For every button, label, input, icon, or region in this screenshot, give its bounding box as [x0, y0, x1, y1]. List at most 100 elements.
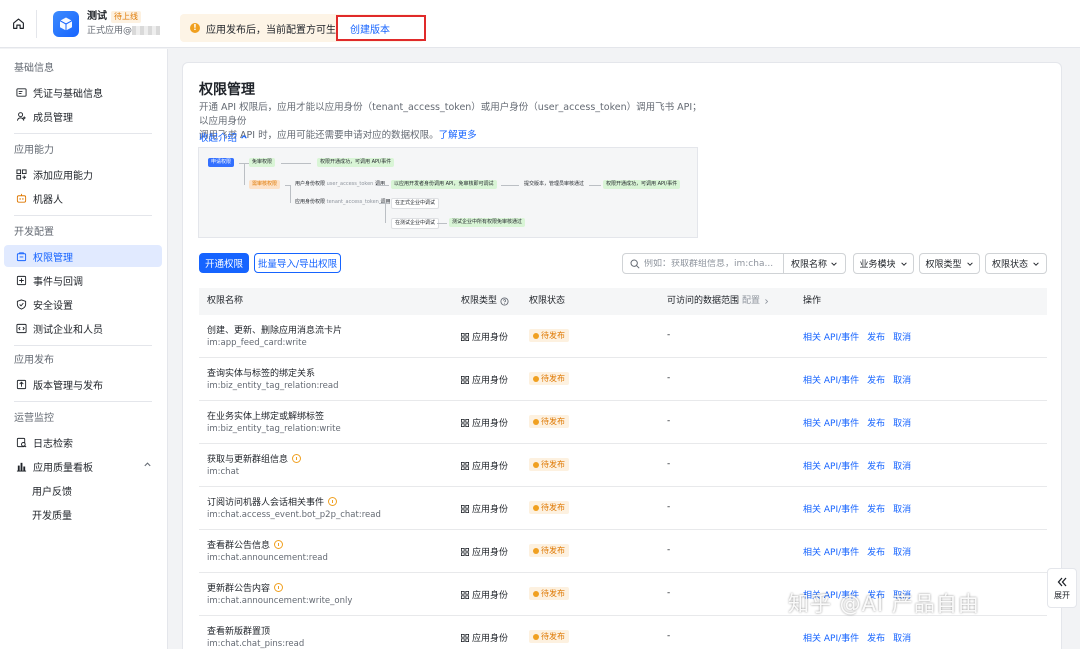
publish-link[interactable]: 发布: [867, 545, 885, 558]
publish-link[interactable]: 发布: [867, 631, 885, 644]
related-api-link[interactable]: 相关 API/事件: [803, 330, 859, 343]
learn-more-link[interactable]: 了解更多: [439, 130, 477, 141]
chevron-up-icon: [241, 135, 247, 139]
search-input[interactable]: [644, 258, 784, 269]
warning-circle-icon[interactable]: [328, 497, 338, 506]
filter-permission-type[interactable]: 权限类型: [919, 253, 980, 274]
data-scope: -: [667, 330, 671, 340]
collapse-intro-link[interactable]: 收起介绍: [199, 130, 248, 144]
sidebar-item-robot[interactable]: 机器人: [4, 187, 162, 209]
row-actions: 相关 API/事件 发布 取消: [803, 330, 911, 343]
cancel-link[interactable]: 取消: [893, 502, 911, 515]
related-api-link[interactable]: 相关 API/事件: [803, 373, 859, 386]
data-scope: -: [667, 588, 671, 598]
status-badge: 待发布: [529, 544, 569, 557]
chevron-down-icon: [831, 261, 837, 266]
permission-title: 订阅访问机器人会话相关事件: [207, 495, 338, 508]
warning-circle-icon[interactable]: [274, 540, 284, 549]
data-scope: -: [667, 373, 671, 383]
help-icon[interactable]: [500, 297, 509, 306]
open-permission-button[interactable]: 开通权限: [199, 253, 249, 273]
sidebar-item-version[interactable]: 版本管理与发布: [4, 373, 162, 395]
table-row: 查看新版群置顶 im:chat.chat_pins:read 应用身份 待发布 - 相关 …: [199, 616, 1047, 649]
chevron-up-icon[interactable]: [143, 460, 152, 469]
permission-code: im:chat: [207, 467, 240, 477]
sidebar-item-user-feedback[interactable]: 用户反馈: [4, 479, 162, 501]
warning-circle-icon[interactable]: [274, 583, 284, 592]
cancel-link[interactable]: 取消: [893, 631, 911, 644]
sidebar-item-test-enterprise[interactable]: 测试企业和人员: [4, 317, 162, 339]
table-header: 权限名称 权限类型 权限状态 可访问的数据范围 配置 操作: [199, 288, 1047, 315]
pending-dot-icon: [533, 504, 539, 511]
permission-type: 应用身份: [461, 588, 508, 601]
cancel-link[interactable]: 取消: [893, 459, 911, 472]
flow-user-result: 以应用开发者身份调用 API，免审核即可调试: [391, 180, 497, 189]
group-title-dev-config: 开发配置: [14, 227, 54, 238]
create-version-button[interactable]: 创建版本: [336, 15, 426, 41]
cancel-link[interactable]: 取消: [893, 330, 911, 343]
permission-code: im:chat.access_event.bot_p2p_chat:read: [207, 510, 381, 520]
chevron-right-icon: [765, 299, 769, 304]
related-api-link[interactable]: 相关 API/事件: [803, 631, 859, 644]
cancel-link[interactable]: 取消: [893, 416, 911, 429]
sidebar-item-quality-board[interactable]: 应用质量看板: [4, 455, 162, 477]
sidebar-item-logs[interactable]: 日志检索: [4, 431, 162, 453]
log-icon: [16, 437, 27, 448]
permission-type: 应用身份: [461, 416, 508, 429]
cancel-link[interactable]: 取消: [893, 373, 911, 386]
status-badge: 待发布: [529, 415, 569, 428]
batch-import-export-button[interactable]: 批量导入/导出权限: [254, 253, 341, 273]
permission-code: im:chat.announcement:read: [207, 553, 328, 563]
related-api-link[interactable]: 相关 API/事件: [803, 416, 859, 429]
flow-submit: 提交版本，管理员审核通过: [524, 181, 585, 187]
data-scope: -: [667, 545, 671, 555]
related-api-link[interactable]: 相关 API/事件: [803, 545, 859, 558]
filter-business-module[interactable]: 业务模块: [853, 253, 914, 274]
app-status-badge: 待上线: [111, 10, 141, 23]
search-field-select[interactable]: 权限名称: [783, 254, 845, 273]
home-button[interactable]: [0, 0, 36, 48]
sidebar-item-events[interactable]: 事件与回调: [4, 269, 162, 291]
publish-link[interactable]: 发布: [867, 373, 885, 386]
app-info[interactable]: 测试 待上线 正式应用@: [36, 9, 161, 38]
group-title-ops: 运营监控: [14, 413, 54, 424]
sidebar-item-security[interactable]: 安全设置: [4, 293, 162, 315]
table-row: 在业务实体上绑定或解绑标签 im:biz_entity_tag_relation:…: [199, 401, 1047, 444]
permission-title: 查看群公告信息: [207, 538, 284, 551]
permission-search[interactable]: 权限名称: [622, 253, 846, 274]
publish-link[interactable]: 发布: [867, 502, 885, 515]
app-name: 测试: [87, 10, 107, 22]
scope-config-link[interactable]: 配置: [742, 288, 760, 315]
pending-dot-icon: [533, 590, 539, 597]
publish-link[interactable]: 发布: [867, 416, 885, 429]
permission-title: 查询实体与标签的绑定关系: [207, 369, 316, 379]
sidebar-item-dev-quality[interactable]: 开发质量: [4, 503, 162, 525]
member-icon: [16, 111, 27, 122]
divider: [14, 133, 152, 134]
double-chevron-left-icon: [1057, 577, 1067, 586]
permission-title: 在业务实体上绑定或解绑标签: [207, 412, 325, 422]
permission-code: im:chat.chat_pins:read: [207, 639, 305, 649]
sidebar-item-add-capability[interactable]: 添加应用能力: [4, 163, 162, 185]
search-icon: [630, 259, 640, 269]
table-row: 订阅访问机器人会话相关事件 im:chat.access_event.bot_p2…: [199, 487, 1047, 530]
row-actions: 相关 API/事件 发布 取消: [803, 373, 911, 386]
data-scope: -: [667, 502, 671, 512]
related-api-link[interactable]: 相关 API/事件: [803, 502, 859, 515]
related-api-link[interactable]: 相关 API/事件: [803, 459, 859, 472]
filter-permission-status[interactable]: 权限状态: [985, 253, 1047, 274]
publish-link[interactable]: 发布: [867, 330, 885, 343]
warning-circle-icon[interactable]: [292, 454, 302, 463]
chevron-down-icon: [1033, 261, 1039, 266]
sidebar-item-members[interactable]: 成员管理: [4, 105, 162, 127]
permission-code: im:biz_entity_tag_relation:read: [207, 381, 339, 391]
sidebar-item-permissions[interactable]: 权限管理: [4, 245, 162, 267]
redacted-block: [132, 25, 161, 35]
sidebar-item-credentials[interactable]: 凭证与基础信息: [4, 81, 162, 103]
permission-type: 应用身份: [461, 373, 508, 386]
expand-button[interactable]: 展开: [1047, 568, 1077, 608]
cancel-link[interactable]: 取消: [893, 545, 911, 558]
publish-link[interactable]: 发布: [867, 459, 885, 472]
divider: [14, 345, 152, 346]
flow-free-result: 权限开通成功，可调用 API/事件: [317, 158, 395, 167]
